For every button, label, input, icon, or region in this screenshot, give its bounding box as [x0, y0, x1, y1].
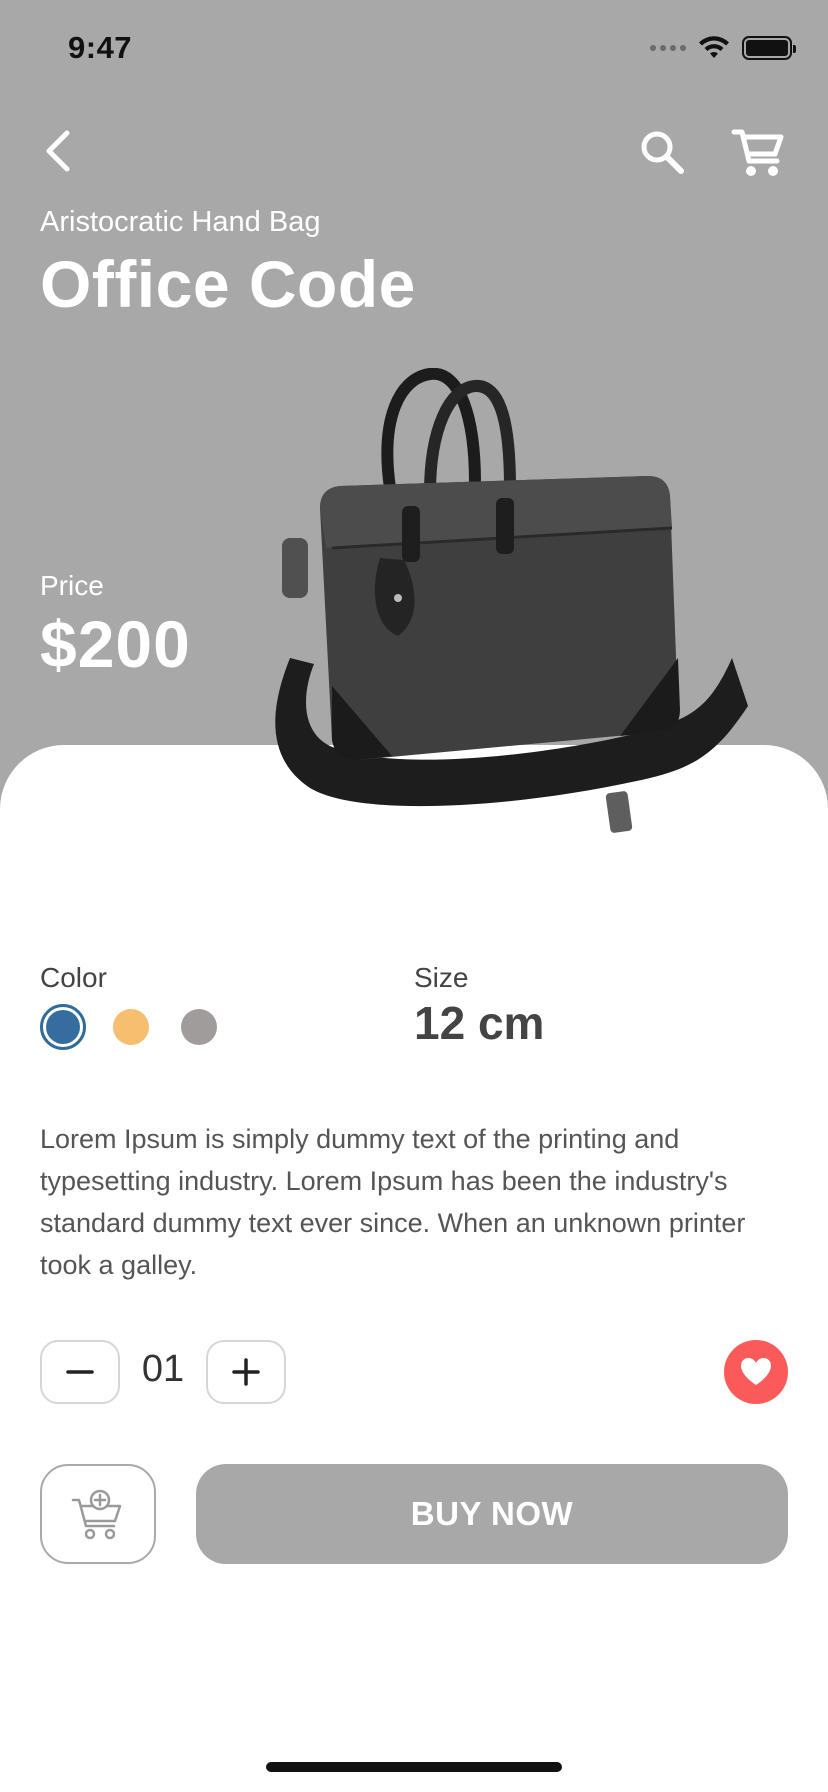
- decrease-quantity-button[interactable]: [40, 1340, 120, 1404]
- color-swatches: [40, 1004, 222, 1050]
- back-icon: [46, 130, 70, 172]
- price-label: Price: [40, 570, 104, 601]
- color-swatch[interactable]: [40, 1004, 86, 1050]
- color-swatch-dot: [113, 1009, 149, 1045]
- product-description: Lorem Ipsum is simply dummy text of the …: [40, 1124, 746, 1280]
- add-to-cart-icon: [71, 1489, 122, 1540]
- search-icon: [641, 131, 684, 174]
- wifi-icon: [699, 36, 729, 58]
- home-indicator: [266, 1762, 562, 1772]
- status-icons: [650, 36, 796, 60]
- cellular-signal-icon: [650, 45, 686, 51]
- add-to-cart-button[interactable]: [40, 1464, 156, 1564]
- heart-icon: [741, 1358, 771, 1385]
- color-swatch[interactable]: [108, 1004, 154, 1050]
- battery-icon: [742, 36, 796, 60]
- plus-icon: [232, 1358, 260, 1386]
- minus-icon: [66, 1370, 94, 1374]
- size-label: Size: [414, 962, 469, 993]
- product-image: [275, 368, 748, 833]
- quantity-value: 01: [141, 1348, 185, 1390]
- price-value: $200: [40, 607, 191, 681]
- product-subtitle: Aristocratic Hand Bag: [40, 206, 321, 238]
- product-title: Office Code: [40, 247, 416, 321]
- buy-now-button[interactable]: BUY NOW: [196, 1464, 788, 1564]
- search-button[interactable]: [636, 126, 688, 178]
- increase-quantity-button[interactable]: [206, 1340, 286, 1404]
- color-label: Color: [40, 962, 107, 993]
- back-button[interactable]: [36, 126, 80, 176]
- color-swatch-dot: [46, 1010, 80, 1044]
- cart-button[interactable]: [730, 126, 786, 180]
- status-time: 9:47: [68, 30, 133, 65]
- size-value: 12 cm: [414, 997, 545, 1049]
- color-swatch-dot: [181, 1009, 217, 1045]
- color-swatch[interactable]: [176, 1004, 222, 1050]
- favorite-button[interactable]: [724, 1340, 788, 1404]
- cart-icon: [731, 129, 784, 176]
